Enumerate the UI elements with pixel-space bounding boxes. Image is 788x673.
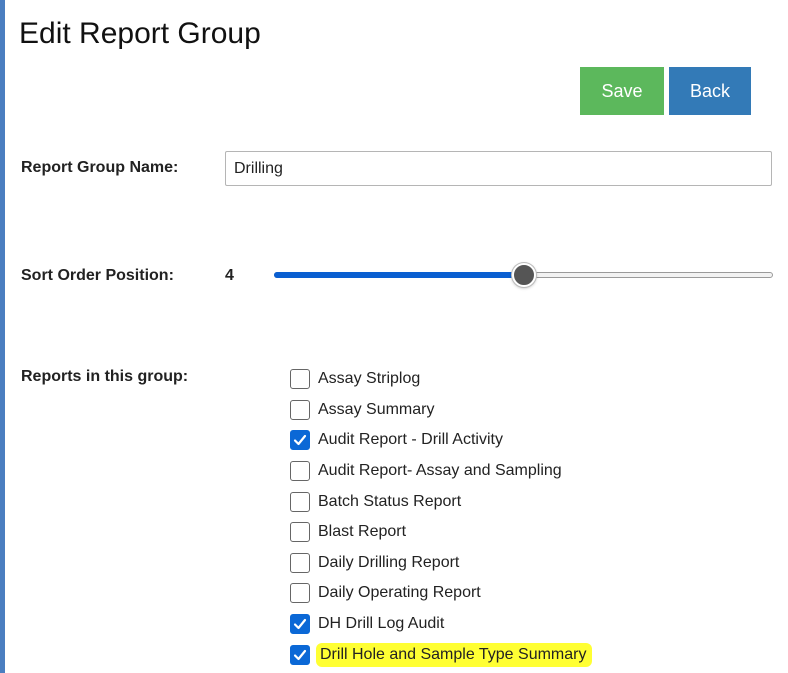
report-group-name-label: Report Group Name: <box>21 159 179 176</box>
report-label: DH Drill Log Audit <box>318 615 445 633</box>
report-list-item[interactable]: DH Drill Log Audit <box>290 609 592 640</box>
report-label: Audit Report- Assay and Sampling <box>318 462 562 480</box>
slider-thumb[interactable] <box>511 263 536 287</box>
slider-fill <box>274 272 524 278</box>
report-list-item[interactable]: Assay Striplog <box>290 364 592 395</box>
report-label: Audit Report - Drill Activity <box>318 431 503 449</box>
report-list-item[interactable]: Audit Report- Assay and Sampling <box>290 456 592 487</box>
checkbox-unchecked[interactable] <box>290 491 310 512</box>
report-label: Blast Report <box>318 523 407 541</box>
left-border <box>0 0 5 673</box>
save-button[interactable]: Save <box>580 67 664 115</box>
report-label: Daily Operating Report <box>318 584 481 602</box>
check-icon <box>293 649 307 660</box>
page-title: Edit Report Group <box>19 17 261 50</box>
report-label: Drill Hole and Sample Type Summary <box>316 642 593 667</box>
report-label: Assay Striplog <box>318 370 421 388</box>
checkbox-unchecked[interactable] <box>290 399 310 420</box>
checkbox-checked[interactable] <box>290 430 310 451</box>
report-label: Assay Summary <box>318 400 435 418</box>
report-list-item[interactable]: Audit Report - Drill Activity <box>290 425 592 456</box>
check-icon <box>293 618 307 630</box>
reports-in-group-label: Reports in this group: <box>21 368 189 385</box>
report-list: Assay Striplog Assay Summary Audit Report … <box>290 364 593 670</box>
checkbox-unchecked[interactable] <box>290 583 310 604</box>
checkbox-checked[interactable] <box>290 644 310 665</box>
report-list-item[interactable]: Daily Drilling Report <box>290 548 592 579</box>
checkbox-unchecked[interactable] <box>290 461 310 482</box>
checkbox-unchecked[interactable] <box>290 522 310 543</box>
report-label: Batch Status Report <box>318 492 462 510</box>
sort-order-value: 4 <box>225 267 234 284</box>
report-list-item[interactable]: Drill Hole and Sample Type Summary <box>290 639 593 670</box>
check-icon <box>293 435 307 446</box>
report-list-item[interactable]: Batch Status Report <box>290 486 592 517</box>
sort-order-slider[interactable] <box>274 261 773 291</box>
checkbox-unchecked[interactable] <box>290 369 310 390</box>
report-list-item[interactable]: Assay Summary <box>290 395 592 426</box>
report-list-item[interactable]: Daily Operating Report <box>290 578 592 609</box>
report-list-item[interactable]: Blast Report <box>290 517 592 548</box>
report-label: Daily Drilling Report <box>318 553 460 571</box>
checkbox-checked[interactable] <box>290 614 310 635</box>
back-button[interactable]: Back <box>669 67 751 115</box>
checkbox-unchecked[interactable] <box>290 552 310 573</box>
sort-order-label: Sort Order Position: <box>21 267 174 284</box>
report-group-name-input[interactable] <box>225 151 772 186</box>
